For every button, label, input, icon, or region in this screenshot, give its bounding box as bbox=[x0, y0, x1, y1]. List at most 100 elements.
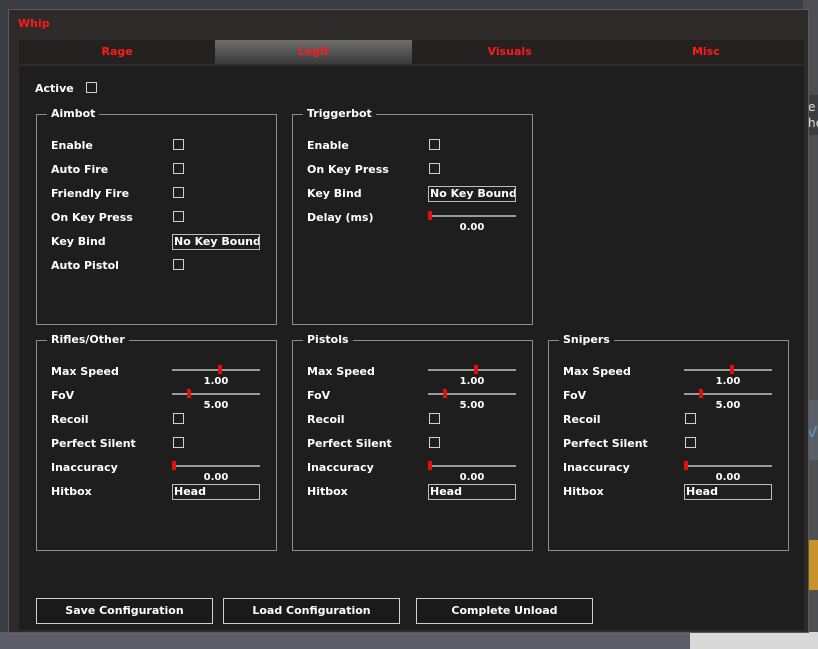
snipers-fov-slider[interactable] bbox=[684, 388, 772, 400]
slider-thumb[interactable] bbox=[443, 389, 448, 398]
triggerbot-enable-checkbox[interactable] bbox=[429, 139, 440, 150]
slider-track bbox=[684, 369, 772, 371]
load-configuration-button[interactable]: Load Configuration bbox=[223, 598, 400, 624]
pistols-max-speed-slider[interactable] bbox=[428, 364, 516, 376]
snipers-recoil-checkbox[interactable] bbox=[685, 413, 696, 424]
pistols-group-title: Pistols bbox=[303, 333, 353, 346]
snipers-hitbox-field[interactable]: Head bbox=[684, 484, 772, 500]
rifles-inaccuracy-slider[interactable] bbox=[172, 460, 260, 472]
rifles-max-speed-label: Max Speed bbox=[51, 365, 119, 378]
slider-track bbox=[172, 369, 260, 371]
background-scene-bottom bbox=[0, 632, 818, 649]
triggerbot-on-key-press-checkbox[interactable] bbox=[429, 163, 440, 174]
slider-thumb[interactable] bbox=[474, 365, 479, 374]
complete-unload-button[interactable]: Complete Unload bbox=[416, 598, 593, 624]
pistols-perfect-silent-checkbox[interactable] bbox=[429, 437, 440, 448]
slider-thumb[interactable] bbox=[684, 461, 688, 470]
rifles-perfect-silent-checkbox[interactable] bbox=[173, 437, 184, 448]
snipers-inaccuracy-value: 0.00 bbox=[715, 472, 741, 483]
tab-legit[interactable]: Legit bbox=[215, 40, 412, 64]
triggerbot-enable-label: Enable bbox=[307, 139, 349, 152]
slider-thumb[interactable] bbox=[172, 461, 176, 470]
aimbot-friendly-fire-checkbox[interactable] bbox=[173, 187, 184, 198]
cheat-menu-window: Whip Rage Legit Visuals Misc Active Aimb… bbox=[8, 9, 809, 633]
aimbot-group: Aimbot Enable Auto Fire Friendly Fire On… bbox=[36, 107, 277, 325]
pistols-perfect-silent-label: Perfect Silent bbox=[307, 437, 392, 450]
slider-thumb[interactable] bbox=[187, 389, 192, 398]
rifles-recoil-label: Recoil bbox=[51, 413, 89, 426]
save-configuration-button[interactable]: Save Configuration bbox=[36, 598, 213, 624]
triggerbot-group-title: Triggerbot bbox=[303, 107, 376, 120]
aimbot-group-title: Aimbot bbox=[47, 107, 100, 120]
slider-thumb[interactable] bbox=[428, 461, 432, 470]
aimbot-key-bind-field[interactable]: No Key Bound bbox=[172, 234, 260, 250]
triggerbot-key-bind-field[interactable]: No Key Bound bbox=[428, 186, 516, 202]
snipers-group: Snipers Max Speed 1.00 FoV 5.00 Recoil P… bbox=[548, 333, 789, 551]
slider-track bbox=[428, 215, 516, 217]
snipers-max-speed-slider[interactable] bbox=[684, 364, 772, 376]
tab-misc[interactable]: Misc bbox=[608, 40, 804, 64]
aimbot-auto-fire-label: Auto Fire bbox=[51, 163, 109, 176]
snipers-hitbox-label: Hitbox bbox=[563, 485, 604, 498]
pistols-inaccuracy-slider[interactable] bbox=[428, 460, 516, 472]
triggerbot-on-key-press-label: On Key Press bbox=[307, 163, 389, 176]
snipers-fov-value: 5.00 bbox=[715, 400, 741, 411]
tab-rage[interactable]: Rage bbox=[19, 40, 215, 64]
rifles-fov-value: 5.00 bbox=[203, 400, 229, 411]
pistols-inaccuracy-label: Inaccuracy bbox=[307, 461, 374, 474]
active-checkbox[interactable] bbox=[86, 82, 97, 93]
aimbot-auto-fire-checkbox[interactable] bbox=[173, 163, 184, 174]
triggerbot-delay-value: 0.00 bbox=[459, 222, 485, 233]
background-patch bbox=[690, 632, 818, 649]
tab-content-legit: Active Aimbot Enable Auto Fire Friendly … bbox=[19, 66, 804, 630]
aimbot-auto-pistol-label: Auto Pistol bbox=[51, 259, 119, 272]
background-text: he bbox=[808, 116, 818, 130]
rifles-max-speed-slider[interactable] bbox=[172, 364, 260, 376]
pistols-hitbox-field[interactable]: Head bbox=[428, 484, 516, 500]
slider-thumb[interactable] bbox=[699, 389, 704, 398]
slider-thumb[interactable] bbox=[218, 365, 223, 374]
slider-track bbox=[172, 393, 260, 395]
rifles-recoil-checkbox[interactable] bbox=[173, 413, 184, 424]
snipers-perfect-silent-label: Perfect Silent bbox=[563, 437, 648, 450]
snipers-fov-label: FoV bbox=[563, 389, 587, 402]
pistols-max-speed-label: Max Speed bbox=[307, 365, 375, 378]
snipers-perfect-silent-checkbox[interactable] bbox=[685, 437, 696, 448]
snipers-max-speed-value: 1.00 bbox=[715, 376, 741, 387]
aimbot-auto-pistol-checkbox[interactable] bbox=[173, 259, 184, 270]
slider-track bbox=[428, 393, 516, 395]
rifles-hitbox-label: Hitbox bbox=[51, 485, 92, 498]
rifles-hitbox-field[interactable]: Head bbox=[172, 484, 260, 500]
rifles-perfect-silent-label: Perfect Silent bbox=[51, 437, 136, 450]
aimbot-on-key-press-checkbox[interactable] bbox=[173, 211, 184, 222]
triggerbot-delay-label: Delay (ms) bbox=[307, 211, 374, 224]
snipers-group-title: Snipers bbox=[559, 333, 614, 346]
aimbot-on-key-press-label: On Key Press bbox=[51, 211, 133, 224]
aimbot-enable-label: Enable bbox=[51, 139, 93, 152]
rifles-inaccuracy-value: 0.00 bbox=[203, 472, 229, 483]
pistols-fov-slider[interactable] bbox=[428, 388, 516, 400]
pistols-fov-value: 5.00 bbox=[459, 400, 485, 411]
slider-track bbox=[428, 465, 516, 467]
pistols-group: Pistols Max Speed 1.00 FoV 5.00 Recoil P… bbox=[292, 333, 533, 551]
slider-track bbox=[684, 393, 772, 395]
triggerbot-key-bind-label: Key Bind bbox=[307, 187, 362, 200]
snipers-inaccuracy-slider[interactable] bbox=[684, 460, 772, 472]
aimbot-friendly-fire-label: Friendly Fire bbox=[51, 187, 130, 200]
rifles-fov-slider[interactable] bbox=[172, 388, 260, 400]
rifles-max-speed-value: 1.00 bbox=[203, 376, 229, 387]
tab-visuals[interactable]: Visuals bbox=[412, 40, 608, 64]
background-text: e bbox=[808, 100, 816, 114]
active-label: Active bbox=[35, 82, 74, 95]
pistols-recoil-checkbox[interactable] bbox=[429, 413, 440, 424]
slider-thumb[interactable] bbox=[730, 365, 735, 374]
triggerbot-delay-slider[interactable] bbox=[428, 210, 516, 222]
aimbot-enable-checkbox[interactable] bbox=[173, 139, 184, 150]
slider-thumb[interactable] bbox=[428, 211, 432, 220]
aimbot-key-bind-label: Key Bind bbox=[51, 235, 106, 248]
pistols-max-speed-value: 1.00 bbox=[459, 376, 485, 387]
snipers-max-speed-label: Max Speed bbox=[563, 365, 631, 378]
triggerbot-group: Triggerbot Enable On Key Press Key Bind … bbox=[292, 107, 533, 325]
pistols-recoil-label: Recoil bbox=[307, 413, 345, 426]
snipers-inaccuracy-label: Inaccuracy bbox=[563, 461, 630, 474]
